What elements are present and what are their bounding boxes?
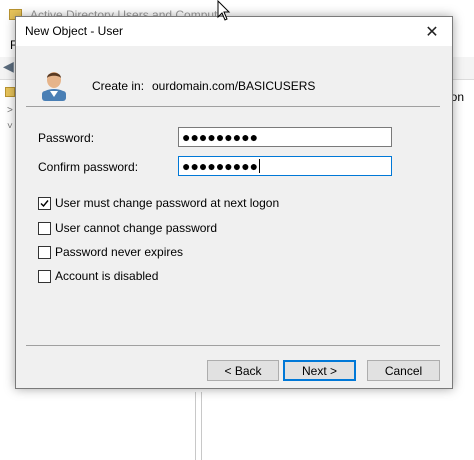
password-label: Password:	[38, 131, 95, 145]
background-pane-splitter[interactable]	[195, 392, 202, 460]
cancel-button[interactable]: Cancel	[367, 360, 440, 381]
tree-expand-icon[interactable]: >	[7, 105, 13, 116]
create-in-value: ourdomain.com/BASICUSERS	[152, 79, 316, 93]
folder-icon	[5, 87, 15, 97]
checkbox[interactable]	[38, 196, 51, 210]
password-field[interactable]: ●●●●●●●●●	[178, 127, 392, 147]
create-in-label: Create in:	[92, 79, 145, 93]
background-tree-pane	[0, 80, 15, 460]
tree-collapse-icon[interactable]: ˅	[7, 121, 13, 132]
password-value: ●●●●●●●●●	[182, 129, 259, 145]
dialog-title: New Object - User	[25, 24, 124, 38]
option-cannot-change-password[interactable]: User cannot change password	[38, 220, 217, 236]
new-object-user-dialog: New Object - User ✕ Create in: ourdomain…	[15, 16, 453, 389]
checkbox[interactable]	[38, 269, 51, 283]
option-password-never-expires[interactable]: Password never expires	[38, 244, 183, 260]
separator	[26, 106, 440, 107]
confirm-password-value: ●●●●●●●●●	[182, 158, 259, 174]
dialog-titlebar: New Object - User ✕	[16, 17, 452, 46]
confirm-password-field[interactable]: ●●●●●●●●●	[178, 156, 392, 176]
checkbox[interactable]	[38, 221, 51, 235]
checkmark-icon	[40, 199, 49, 207]
next-button[interactable]: Next >	[283, 360, 356, 381]
option-must-change-password[interactable]: User must change password at next logon	[38, 195, 279, 211]
text-caret	[259, 159, 261, 173]
checkbox[interactable]	[38, 245, 51, 259]
checkbox-label: User must change password at next logon	[55, 196, 280, 210]
confirm-password-label: Confirm password:	[38, 160, 139, 174]
mouse-cursor-icon	[217, 0, 231, 21]
checkbox-label: Password never expires	[55, 245, 184, 259]
back-button[interactable]: < Back	[207, 360, 279, 381]
user-icon	[42, 72, 66, 101]
checkbox-label: User cannot change password	[55, 221, 218, 235]
close-icon[interactable]: ✕	[412, 17, 452, 46]
separator	[26, 345, 440, 346]
back-arrow-icon[interactable]: ◀	[3, 58, 14, 75]
checkbox-label: Account is disabled	[55, 269, 159, 283]
option-account-disabled[interactable]: Account is disabled	[38, 268, 158, 284]
